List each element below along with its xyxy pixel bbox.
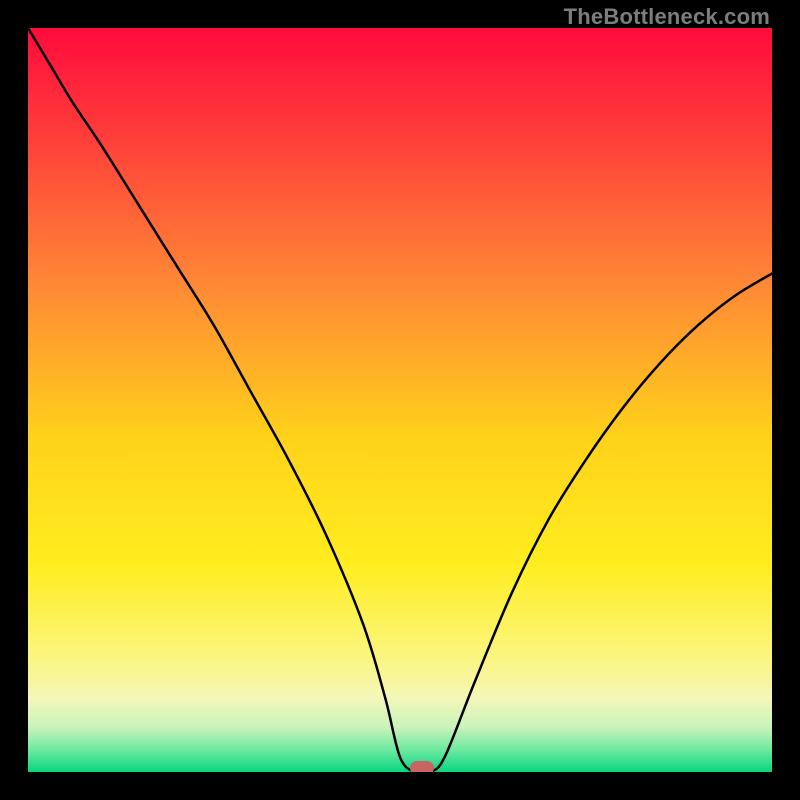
plot-area	[28, 28, 772, 772]
chart-frame: TheBottleneck.com	[0, 0, 800, 800]
gradient-rect	[28, 28, 772, 772]
watermark-text: TheBottleneck.com	[564, 4, 770, 30]
optimal-marker	[410, 761, 434, 772]
chart-svg	[28, 28, 772, 772]
